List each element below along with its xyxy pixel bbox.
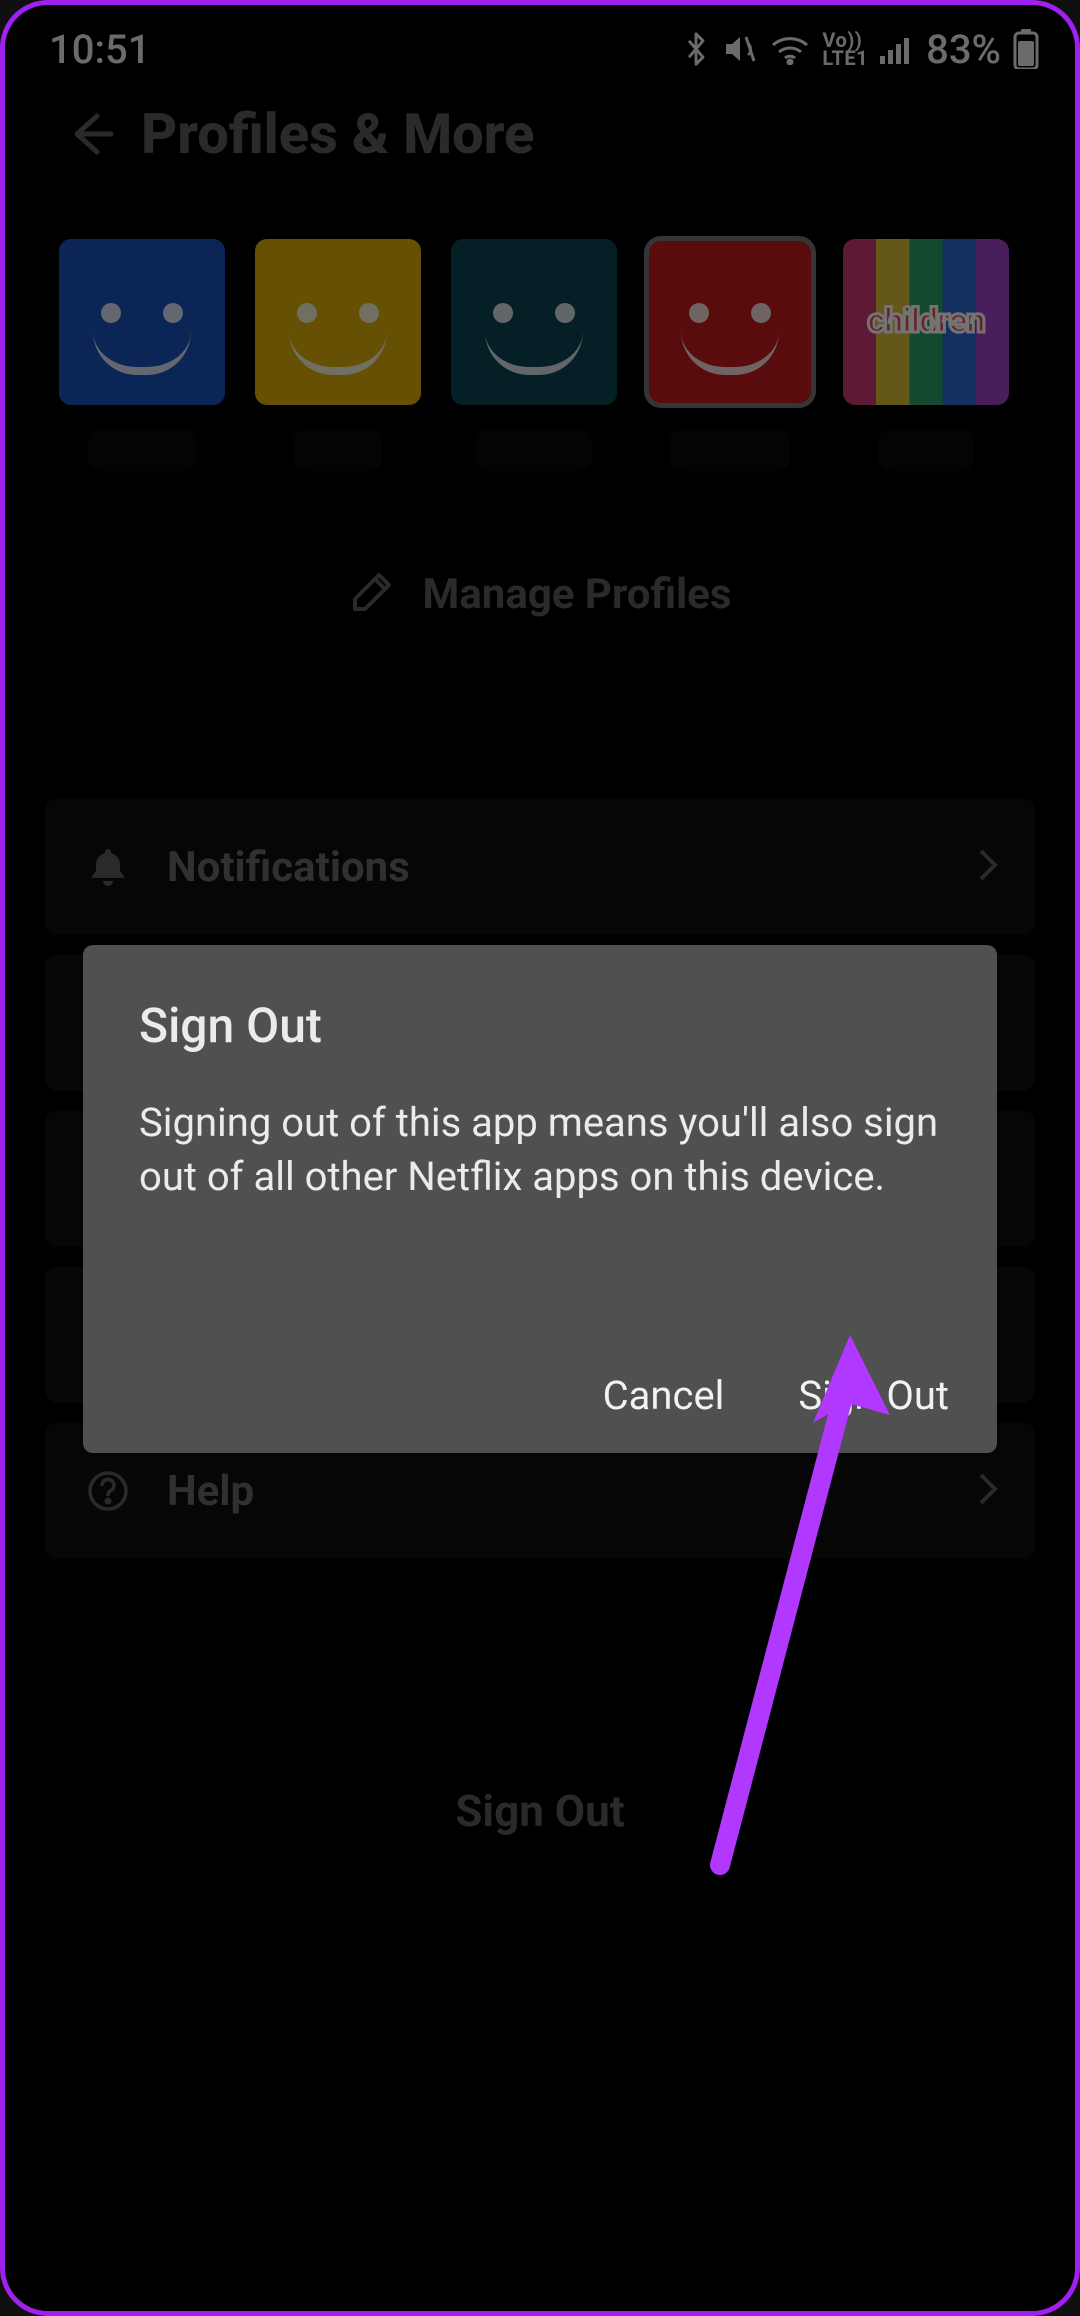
- manage-profiles-label: Manage Profiles: [423, 570, 732, 619]
- manage-profiles-button[interactable]: Manage Profiles: [5, 569, 1075, 619]
- dialog-body: Signing out of this app means you'll als…: [139, 1096, 941, 1204]
- status-clock: 10:51: [49, 26, 150, 73]
- back-button[interactable]: [65, 108, 117, 160]
- chevron-right-icon: [975, 1471, 999, 1511]
- profile-name-4: [669, 429, 791, 471]
- dialog-cancel-button[interactable]: Cancel: [603, 1372, 725, 1419]
- status-bar: 10:51 Vo))LTE1 83%: [5, 5, 1075, 85]
- sign-out-label: Sign Out: [455, 1785, 624, 1837]
- sign-out-dialog: Sign Out Signing out of this app means y…: [83, 945, 997, 1453]
- profiles-row: children: [5, 239, 1075, 471]
- bluetooth-icon: [682, 29, 710, 69]
- volte-icon: Vo))LTE1: [822, 31, 868, 67]
- wifi-icon: [770, 33, 810, 65]
- dialog-confirm-button[interactable]: Sign Out: [798, 1372, 949, 1419]
- notifications-item[interactable]: Notifications: [45, 799, 1035, 935]
- dialog-title: Sign Out: [139, 997, 941, 1054]
- signal-icon: [880, 34, 914, 64]
- mute-icon: [722, 31, 758, 67]
- profile-name-3: [476, 429, 592, 471]
- profile-name-2: [293, 429, 383, 471]
- battery-percent: 83%: [926, 26, 1001, 73]
- battery-icon: [1013, 29, 1039, 69]
- help-label: Help: [167, 1467, 975, 1516]
- bell-icon: [81, 845, 135, 889]
- profile-avatar-3[interactable]: [451, 239, 617, 405]
- profile-name-1: [88, 429, 196, 471]
- status-right: Vo))LTE1 83%: [682, 26, 1039, 73]
- page-title: Profiles & More: [141, 101, 534, 167]
- profile-avatar-kids[interactable]: children: [843, 239, 1009, 405]
- help-icon: [81, 1469, 135, 1513]
- sign-out-button[interactable]: Sign Out: [5, 1785, 1075, 1837]
- kids-label: children: [849, 301, 1003, 341]
- app-header: Profiles & More: [5, 101, 1075, 167]
- profile-name-kids: [878, 429, 974, 471]
- profile-avatar-1[interactable]: [59, 239, 225, 405]
- notifications-label: Notifications: [167, 843, 975, 892]
- pencil-icon: [349, 569, 395, 619]
- chevron-right-icon: [975, 847, 999, 887]
- profile-avatar-4[interactable]: [647, 239, 813, 405]
- profile-avatar-2[interactable]: [255, 239, 421, 405]
